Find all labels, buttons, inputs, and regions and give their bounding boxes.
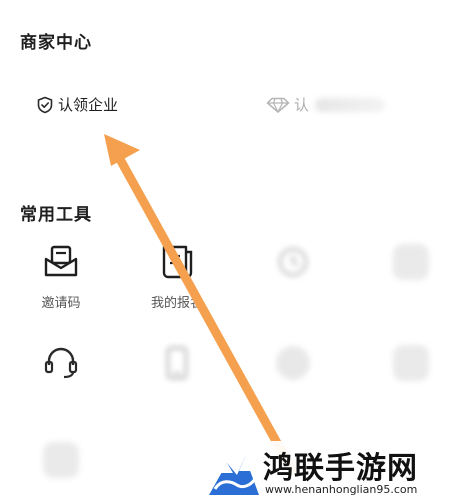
watermark-url: www.henanhonglian95.com	[265, 483, 418, 496]
site-logo-icon	[209, 457, 259, 495]
watermark-title: 鸿联手游网	[263, 451, 418, 486]
pointer-arrow	[104, 134, 297, 475]
watermark: 鸿联手游网 www.henanhonglian95.com	[203, 441, 453, 501]
